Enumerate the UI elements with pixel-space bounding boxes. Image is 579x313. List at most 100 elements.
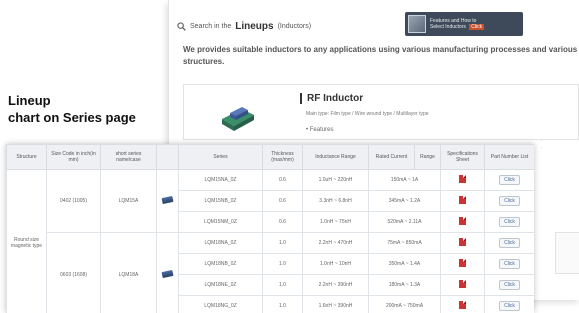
click-button[interactable]: Click [499, 280, 520, 290]
click-button[interactable]: Click [499, 238, 520, 248]
page-title: Lineups [235, 20, 274, 32]
structure-cell: Round size magnetic type [6, 169, 47, 313]
thickness-cell: 0.6 [262, 211, 303, 233]
column-header: Inductance Range [302, 144, 369, 170]
pdf-icon[interactable] [459, 175, 466, 183]
pdf-icon[interactable] [459, 280, 466, 288]
rated-current-cell: 200mA ~ 750mA [368, 295, 441, 313]
series-cell[interactable]: LQM18NB_0Z [178, 253, 263, 275]
search-icon [177, 21, 186, 31]
size-code-cell: 0402 (1005) [46, 169, 101, 233]
side-item: · [541, 145, 543, 151]
table-row: Round size magnetic type 0402 (1005) LQM… [6, 169, 534, 313]
inductance-cell: 1.0uH ~ 220nH [302, 169, 369, 191]
click-button[interactable]: Click [499, 196, 520, 206]
column-header: Structure [6, 144, 47, 170]
rated-current-cell: 150mA ~ 1A [368, 169, 441, 191]
page-subtitle: (Inductors) [277, 22, 312, 30]
spec-sheet-cell[interactable] [440, 169, 485, 191]
inductance-cell: 3.3nH ~ 6.8nH [302, 190, 369, 212]
inductance-cell: 1.0nH ~ 10nH [302, 253, 369, 275]
column-header: Series [178, 144, 263, 170]
spec-sheet-cell[interactable] [440, 211, 485, 233]
series-cell[interactable]: LQM18NG_0Z [178, 295, 263, 313]
rf-inductor-title: RF Inductor [300, 93, 363, 104]
part-list-cell[interactable]: Click [484, 295, 534, 313]
thickness-cell: 1.0 [262, 253, 303, 275]
series-cell[interactable]: LQM18NE_0Z [178, 274, 263, 296]
part-list-cell[interactable]: Click [484, 274, 534, 296]
rated-current-cell: 520mA ~ 2.11A [368, 211, 441, 233]
caption-line2: chart on Series page [8, 110, 136, 125]
search-prefix: Search in the [190, 22, 232, 30]
thickness-cell: 1.0 [262, 274, 303, 296]
part-list-cell[interactable]: Click [484, 253, 534, 275]
inductance-cell: 2.2nH ~ 470nH [302, 232, 369, 254]
rated-current-cell: 75mA ~ 850mA [368, 232, 441, 254]
inductance-cell: 2.2nH ~ 390nH [302, 274, 369, 296]
spec-sheet-cell[interactable] [440, 253, 485, 275]
spec-sheet-cell[interactable] [440, 190, 485, 212]
pdf-icon[interactable] [459, 259, 466, 267]
series-cell[interactable]: LQM15NB_0Z [178, 190, 263, 212]
next-card [555, 232, 579, 274]
pdf-icon[interactable] [459, 196, 466, 204]
pdf-icon[interactable] [459, 301, 466, 309]
short-series-cell: LQM15A [100, 169, 157, 233]
thickness-cell: 0.6 [262, 190, 303, 212]
table-header-row: Structure Size Code in inch(in mm) short… [6, 144, 534, 170]
caption: Lineup chart on Series page [8, 92, 136, 126]
side-item: · [541, 138, 543, 144]
part-list-cell[interactable]: Click [484, 211, 534, 233]
rf-inductor-features: • Features [306, 127, 334, 133]
series-cell[interactable]: LQM15NM_0Z [178, 211, 263, 233]
thickness-cell: 1.0 [262, 232, 303, 254]
chip-image-cell [156, 169, 179, 233]
side-list: · · [541, 138, 543, 152]
rated-current-cell: 180mA ~ 1.3A [368, 274, 441, 296]
rf-inductor-card[interactable]: RF Inductor Main type: Film type / Wire … [183, 84, 579, 140]
column-header: Part Number List [484, 144, 534, 170]
spec-sheet-cell[interactable] [440, 274, 485, 296]
promo-click-button[interactable]: Click [469, 24, 485, 30]
table-row: 0603 (1608) LQM18A LQM18NA_0Z 1.0 2.2nH … [7, 232, 534, 313]
chip-image-cell [156, 232, 179, 313]
part-list-cell[interactable]: Click [484, 190, 534, 212]
promo-line2: Select Inductors [430, 24, 466, 30]
lineup-table: Structure Size Code in inch(in mm) short… [6, 144, 534, 313]
click-button[interactable]: Click [499, 301, 520, 311]
inductance-cell: 1.0nH ~ 75nH [302, 211, 369, 233]
column-header: Thickness (max/mm) [262, 144, 303, 170]
intro-text: We provides suitable inductors to any ap… [183, 45, 578, 66]
column-header: Range [414, 144, 441, 170]
lineup-chart: Structure Size Code in inch(in mm) short… [6, 144, 534, 313]
column-header: Specifications Sheet [440, 144, 485, 170]
column-header: Size Code in inch(in mm) [46, 144, 101, 170]
size-code-cell: 0603 (1608) [46, 232, 101, 313]
chip-icon [161, 269, 174, 278]
column-header: Rated Current [368, 144, 415, 170]
part-list-cell[interactable]: Click [484, 232, 534, 254]
inductance-cell: 1.6nH ~ 390nH [302, 295, 369, 313]
click-button[interactable]: Click [499, 217, 520, 227]
promo-banner[interactable]: Features and How to Select Inductors Cli… [405, 12, 523, 36]
rated-current-cell: 350mA ~ 1.4A [368, 253, 441, 275]
chip-icon [161, 195, 174, 205]
part-list-cell[interactable]: Click [484, 169, 534, 191]
series-cell[interactable]: LQM18NA_0Z [178, 232, 263, 254]
pdf-icon[interactable] [459, 217, 466, 225]
short-series-cell: LQM18A [100, 232, 157, 313]
click-button[interactable]: Click [499, 259, 520, 269]
caption-line1: Lineup [8, 93, 51, 108]
spec-sheet-cell[interactable] [440, 295, 485, 313]
promo-thumbnail [408, 15, 426, 33]
thickness-cell: 0.6 [262, 169, 303, 191]
rf-inductor-subtitle: Main type: Film type / Wire wound type /… [306, 111, 429, 117]
series-cell[interactable]: LQM15NA_0Z [178, 169, 263, 191]
click-button[interactable]: Click [499, 175, 520, 185]
rated-current-cell: 345mA ~ 1.2A [368, 190, 441, 212]
pdf-icon[interactable] [459, 238, 466, 246]
column-header: short series name/case [100, 144, 157, 170]
spec-sheet-cell[interactable] [440, 232, 485, 254]
thickness-cell: 1.0 [262, 295, 303, 313]
